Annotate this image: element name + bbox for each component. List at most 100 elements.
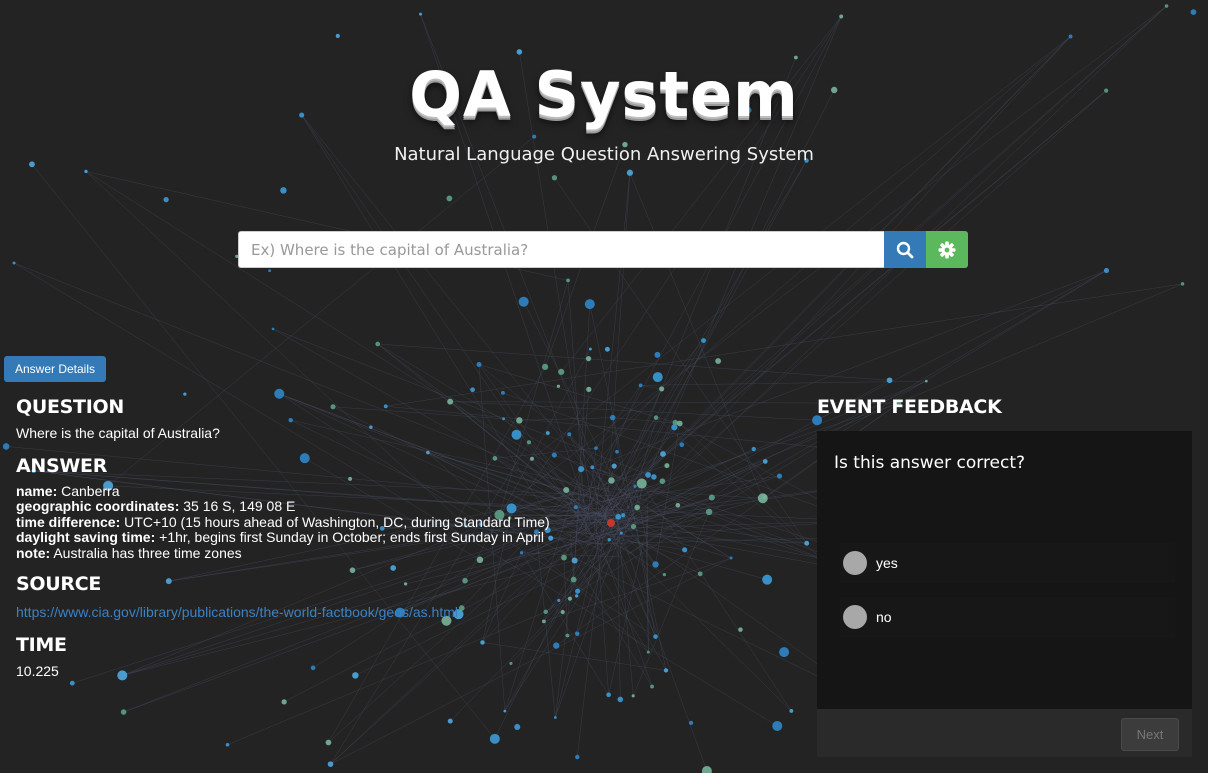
option-yes-label: yes: [876, 555, 898, 571]
network-node: [701, 766, 712, 773]
page-title: QA System: [409, 58, 799, 131]
network-node: [804, 540, 810, 546]
search-bar: [238, 231, 968, 268]
question-text: Where is the capital of Australia?: [16, 425, 220, 441]
answer-heading: ANSWER: [16, 454, 108, 477]
network-node: [839, 14, 844, 19]
network-node: [701, 338, 706, 343]
network-node: [1164, 4, 1169, 8]
network-node: [631, 694, 635, 698]
network-node: [375, 341, 381, 347]
network-node: [2, 443, 10, 450]
time-heading: TIME: [16, 634, 67, 656]
network-node: [924, 379, 928, 383]
network-node: [575, 754, 580, 760]
network-node: [652, 372, 663, 383]
network-node: [516, 49, 523, 55]
network-node: [585, 355, 592, 362]
network-node: [163, 197, 169, 203]
network-node: [419, 12, 423, 16]
network-node: [225, 742, 230, 747]
answer-field: time difference: UTC+10 (15 hours ahead …: [16, 513, 550, 530]
network-node: [772, 720, 783, 731]
network-node: [617, 696, 624, 703]
network-node: [327, 761, 334, 767]
network-node: [470, 387, 475, 393]
network-node: [476, 362, 482, 368]
network-edge: [377, 343, 890, 381]
question-heading: QUESTION: [16, 396, 124, 418]
network-node: [446, 195, 453, 202]
radio-yes[interactable]: [843, 551, 867, 575]
gear-icon: [938, 241, 956, 258]
answer-field: geographic coordinates: 35 16 S, 149 08 …: [16, 498, 296, 514]
network-edge: [640, 385, 662, 390]
network-node: [688, 720, 694, 725]
source-heading: SOURCE: [16, 573, 102, 595]
answer-details-button[interactable]: Answer Details: [4, 356, 106, 382]
network-node: [503, 709, 507, 713]
answer-field: note: Australia has three time zones: [16, 544, 242, 561]
network-node: [650, 684, 654, 689]
network-node: [268, 269, 272, 273]
network-node: [1180, 282, 1185, 286]
network-node: [280, 187, 287, 194]
next-button[interactable]: Next: [1121, 718, 1179, 751]
network-node: [325, 739, 332, 746]
network-node: [626, 169, 634, 176]
network-node: [84, 169, 88, 174]
network-node: [551, 175, 558, 181]
option-no-label: no: [876, 609, 892, 625]
search-button[interactable]: [884, 231, 926, 268]
network-node: [556, 384, 561, 388]
network-node: [1103, 267, 1110, 274]
answer-field: name: Canberra: [16, 482, 120, 499]
feedback-footer: Next: [817, 709, 1192, 757]
option-yes[interactable]: yes: [840, 543, 1175, 583]
network-edge: [385, 283, 1183, 407]
network-node: [120, 709, 127, 715]
option-no[interactable]: no: [840, 597, 1175, 637]
network-node: [886, 377, 893, 384]
network-node: [501, 390, 505, 395]
search-icon: [896, 241, 914, 258]
network-node: [532, 134, 537, 139]
network-node: [638, 383, 643, 388]
time-value: 10.225: [16, 663, 59, 679]
network-node: [69, 680, 75, 686]
answer-fields: name: Canberra geographic coordinates: 3…: [16, 482, 796, 562]
network-node: [553, 716, 557, 719]
feedback-question: Is this answer correct?: [834, 453, 1026, 473]
network-node: [489, 733, 500, 744]
network-node: [281, 699, 287, 705]
network-node: [584, 299, 595, 310]
network-node: [606, 692, 611, 698]
network-node: [447, 718, 453, 724]
source-link[interactable]: https://www.cia.gov/library/publications…: [16, 604, 458, 620]
network-node: [604, 346, 610, 352]
network-node: [1068, 34, 1073, 39]
network-node: [1190, 9, 1197, 15]
network-node: [586, 386, 592, 393]
network-node: [715, 358, 722, 364]
network-node: [271, 327, 275, 331]
answer-field: daylight saving time: +1hr, begins first…: [16, 529, 544, 545]
network-node: [12, 261, 16, 265]
network-node: [566, 278, 570, 283]
network-node: [654, 351, 661, 358]
network-node: [789, 708, 794, 713]
network-node: [542, 363, 549, 370]
page-subtitle: Natural Language Question Answering Syst…: [394, 144, 814, 165]
network-node: [518, 296, 529, 307]
network-node: [588, 347, 592, 351]
network-node: [514, 723, 521, 731]
search-input[interactable]: [238, 231, 884, 268]
radio-no[interactable]: [843, 605, 867, 629]
event-feedback-heading: EVENT FEEDBACK: [817, 396, 1002, 418]
answer-panel: QUESTION Where is the capital of Austral…: [16, 396, 796, 680]
feedback-panel: Is this answer correct? yes no Next: [817, 431, 1192, 757]
network-node: [335, 33, 340, 38]
network-node: [558, 368, 565, 376]
settings-button[interactable]: [926, 231, 968, 268]
network-node: [659, 386, 665, 392]
